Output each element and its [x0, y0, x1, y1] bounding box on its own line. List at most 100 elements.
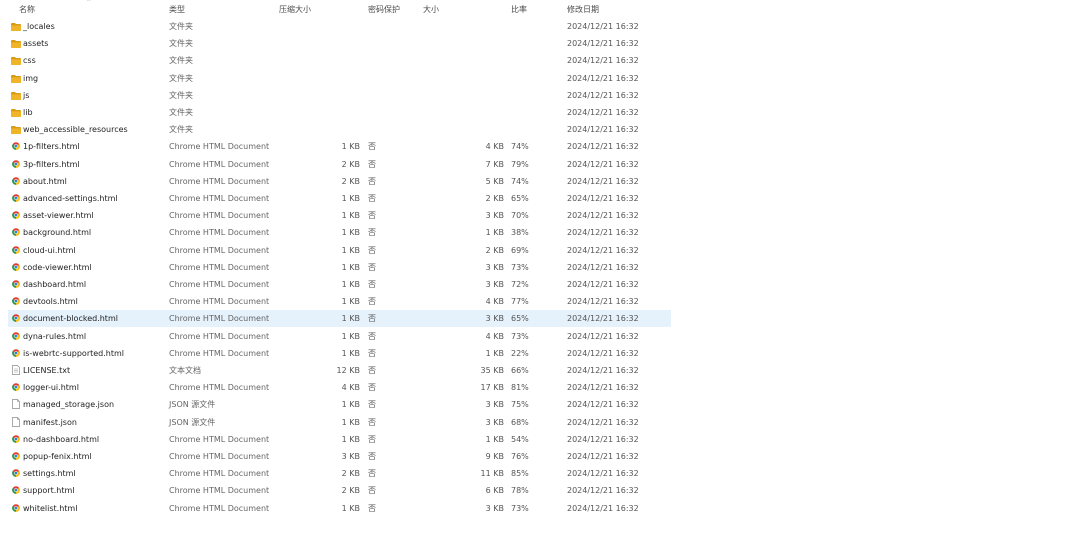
file-row[interactable]: LICENSE.txt 文本文档 12 KB 否 35 KB 66% 2024/… — [8, 362, 671, 379]
file-size — [454, 87, 504, 104]
file-packed-size: 1 KB — [341, 503, 360, 513]
file-modified: 2024/12/21 16:32 — [567, 176, 639, 186]
file-ratio: 78% — [511, 486, 529, 496]
file-row[interactable]: manifest.json JSON 源文件 1 KB 否 3 KB 68% 2… — [8, 414, 671, 431]
file-packed-size: 1 KB — [341, 194, 360, 203]
file-row[interactable]: cloud-ui.html Chrome HTML Document 1 KB … — [8, 242, 671, 259]
file-size: 3 KB — [485, 211, 504, 221]
file-row[interactable]: managed_storage.json JSON 源文件 1 KB 否 3 K… — [8, 396, 671, 413]
column-header-bar: 名称 ⌃ 类型 压缩大小 密码保护 大小 比率 修改日期 — [0, 0, 1080, 18]
file-type: 文件夹 — [169, 56, 193, 66]
file-ratio: 85% — [511, 469, 529, 479]
folder-icon — [11, 121, 23, 138]
file-modified: 2024/12/21 16:32 — [567, 434, 639, 444]
file-row[interactable]: no-dashboard.html Chrome HTML Document 1… — [8, 431, 671, 448]
file-type: Chrome HTML Document — [169, 452, 270, 461]
file-row[interactable]: css 文件夹 2024/12/21 16:32 — [8, 52, 671, 69]
file-ratio: 65% — [511, 194, 529, 203]
file-type: Chrome HTML Document — [169, 469, 270, 479]
file-size: 17 KB — [480, 383, 504, 393]
chrome-html-document-icon — [11, 173, 23, 190]
file-type: JSON 源文件 — [169, 417, 216, 427]
file-modified: 2024/12/21 16:32 — [567, 211, 639, 221]
file-password: 否 — [368, 486, 376, 496]
file-type: 文件夹 — [169, 73, 193, 83]
file-name: document-blocked.html — [23, 314, 118, 324]
file-modified: 2024/12/21 16:32 — [567, 452, 639, 461]
file-name: popup-fenix.html — [23, 452, 92, 461]
file-modified: 2024/12/21 16:32 — [567, 245, 639, 255]
chrome-html-document-icon — [11, 448, 23, 465]
file-name: devtools.html — [23, 297, 78, 307]
file-name: code-viewer.html — [23, 262, 92, 272]
file-name: whitelist.html — [23, 503, 78, 513]
file-packed-size: 1 KB — [341, 434, 360, 444]
file-row[interactable]: lib 文件夹 2024/12/21 16:32 — [8, 104, 671, 121]
file-modified: 2024/12/21 16:32 — [567, 159, 639, 169]
file-name: logger-ui.html — [23, 383, 79, 393]
chrome-html-document-icon — [11, 259, 23, 276]
file-row[interactable]: js 文件夹 2024/12/21 16:32 — [8, 87, 671, 104]
file-name: 1p-filters.html — [23, 142, 80, 152]
column-header-packed-size[interactable]: 压缩大小 — [279, 4, 311, 15]
chrome-html-document-icon — [11, 379, 23, 396]
file-type: Chrome HTML Document — [169, 434, 270, 444]
file-row[interactable]: dashboard.html Chrome HTML Document 1 KB… — [8, 276, 671, 293]
file-row[interactable]: assets 文件夹 2024/12/21 16:32 — [8, 35, 671, 52]
file-size: 3 KB — [485, 400, 504, 410]
file-packed-size: 4 KB — [341, 383, 360, 393]
file-ratio: 66% — [511, 366, 529, 375]
file-modified: 2024/12/21 16:32 — [567, 331, 639, 341]
file-type: 文件夹 — [169, 22, 193, 31]
file-packed-size: 12 KB — [336, 366, 360, 375]
file-ratio: 54% — [511, 434, 529, 444]
file-ratio: 75% — [511, 400, 529, 410]
file-size: 3 KB — [485, 417, 504, 427]
file-row[interactable]: dyna-rules.html Chrome HTML Document 1 K… — [8, 328, 671, 345]
column-header-ratio[interactable]: 比率 — [511, 4, 527, 15]
file-name: lib — [23, 108, 33, 117]
file-password: 否 — [368, 159, 376, 169]
json-file-icon — [11, 396, 23, 413]
file-packed-size — [310, 35, 360, 52]
file-row[interactable]: whitelist.html Chrome HTML Document 1 KB… — [8, 500, 671, 517]
file-row[interactable]: settings.html Chrome HTML Document 2 KB … — [8, 465, 671, 482]
file-type: Chrome HTML Document — [169, 297, 270, 307]
file-type: Chrome HTML Document — [169, 211, 270, 221]
file-row[interactable]: asset-viewer.html Chrome HTML Document 1… — [8, 207, 671, 224]
file-size: 4 KB — [485, 331, 504, 341]
file-row[interactable]: devtools.html Chrome HTML Document 1 KB … — [8, 293, 671, 310]
file-row[interactable]: _locales 文件夹 2024/12/21 16:32 — [8, 18, 671, 35]
file-row[interactable]: popup-fenix.html Chrome HTML Document 3 … — [8, 448, 671, 465]
chrome-html-document-icon — [11, 293, 23, 310]
file-row[interactable]: logger-ui.html Chrome HTML Document 4 KB… — [8, 379, 671, 396]
file-ratio: 74% — [511, 176, 529, 186]
file-size: 5 KB — [485, 176, 504, 186]
file-row[interactable]: img 文件夹 2024/12/21 16:32 — [8, 70, 671, 87]
column-header-password[interactable]: 密码保护 — [368, 4, 400, 15]
file-password: 否 — [368, 434, 376, 444]
file-ratio: 22% — [511, 348, 529, 358]
file-row[interactable]: code-viewer.html Chrome HTML Document 1 … — [8, 259, 671, 276]
file-row[interactable]: 1p-filters.html Chrome HTML Document 1 K… — [8, 138, 671, 155]
file-name: support.html — [23, 486, 75, 496]
file-row[interactable]: document-blocked.html Chrome HTML Docume… — [8, 310, 671, 328]
file-row[interactable]: about.html Chrome HTML Document 2 KB 否 5… — [8, 173, 671, 190]
column-header-size[interactable]: 大小 — [423, 4, 439, 15]
file-password: 否 — [368, 417, 376, 427]
file-row[interactable]: is-webrtc-supported.html Chrome HTML Doc… — [8, 345, 671, 362]
file-name: img — [23, 73, 39, 83]
column-header-modified[interactable]: 修改日期 — [567, 4, 599, 15]
file-row[interactable]: web_accessible_resources 文件夹 2024/12/21 … — [8, 121, 671, 138]
file-modified: 2024/12/21 16:32 — [567, 486, 639, 496]
file-row[interactable]: 3p-filters.html Chrome HTML Document 2 K… — [8, 156, 671, 173]
file-row[interactable]: background.html Chrome HTML Document 1 K… — [8, 224, 671, 241]
file-row[interactable]: advanced-settings.html Chrome HTML Docum… — [8, 190, 671, 207]
chrome-html-document-icon — [11, 465, 23, 482]
file-modified: 2024/12/21 16:32 — [567, 56, 639, 66]
file-modified: 2024/12/21 16:32 — [567, 90, 639, 100]
file-row[interactable]: support.html Chrome HTML Document 2 KB 否… — [8, 482, 671, 499]
file-ratio: 70% — [511, 211, 529, 221]
column-header-name[interactable]: 名称 — [19, 4, 35, 15]
column-header-type[interactable]: 类型 — [169, 4, 185, 15]
